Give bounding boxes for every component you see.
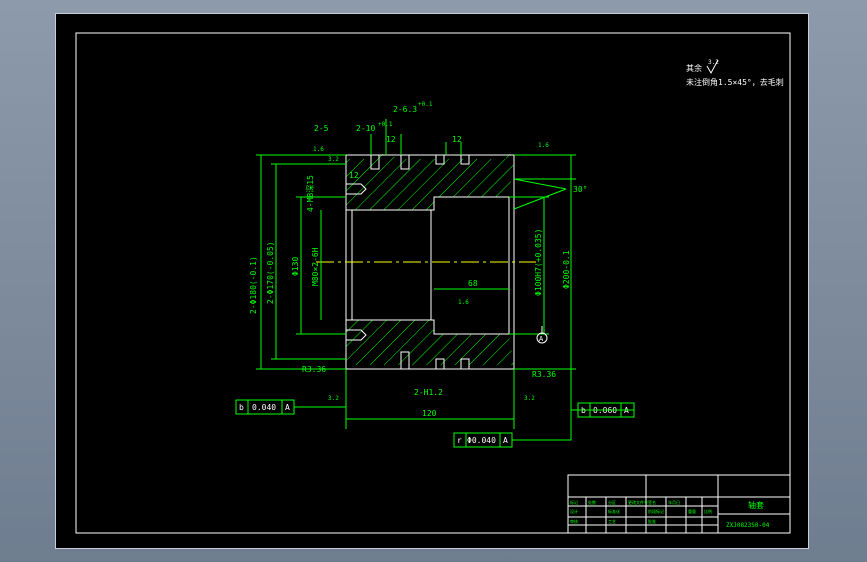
dim-2-10: 2-10 bbox=[356, 124, 375, 133]
dim-radius-right: R3.36 bbox=[532, 370, 556, 379]
tolerance-leaders bbox=[294, 369, 634, 441]
dim-radius-left: R3.36 bbox=[302, 365, 326, 374]
datum-a-label: A bbox=[539, 335, 544, 343]
svg-text:A: A bbox=[503, 436, 508, 445]
svg-text:处数: 处数 bbox=[588, 499, 596, 505]
svg-text:比例: 比例 bbox=[704, 508, 712, 514]
svg-text:工艺: 工艺 bbox=[608, 519, 616, 524]
engineering-drawing: 其余 3.2 未注倒角1.5×45°，去毛刺 2-5 2-10 +0.1 2-6… bbox=[75, 32, 791, 534]
rough-3-2c: 3.2 bbox=[524, 395, 535, 402]
dim-2-6-3: 2-6.3 bbox=[393, 105, 417, 114]
dim-12a: 12 bbox=[386, 135, 396, 144]
tolerance-frame-1: b 0.040 A bbox=[235, 399, 295, 415]
svg-text:b: b bbox=[239, 403, 244, 412]
dim-12b: 12 bbox=[452, 135, 462, 144]
rough-1-6c: 1.6 bbox=[458, 299, 469, 306]
dim-d-outer: 2-Φ180(-0.1) bbox=[249, 256, 258, 314]
dim-2-5: 2-5 bbox=[314, 124, 329, 133]
svg-text:批准: 批准 bbox=[648, 518, 656, 524]
dim-d-200: Φ200-0.1 bbox=[562, 250, 571, 289]
svg-text:0.040: 0.040 bbox=[252, 403, 276, 412]
tolerance-frame-3: r Φ0.040 A bbox=[453, 432, 513, 448]
svg-text:Φ0.040: Φ0.040 bbox=[467, 436, 496, 445]
dim-thread-main: M80×2-6H bbox=[311, 247, 320, 286]
svg-text:设计: 设计 bbox=[570, 508, 578, 514]
thread-lines bbox=[351, 210, 432, 320]
dim-len-120: 120 bbox=[422, 409, 437, 418]
rough-3-2b: 3.2 bbox=[328, 395, 339, 402]
dim-d-groove: 2-Φ170(-0.05) bbox=[266, 241, 275, 304]
dim-d-130: Φ130 bbox=[291, 257, 300, 276]
dim-d-100: Φ100H7(+0.035) bbox=[534, 229, 543, 296]
svg-text:分区: 分区 bbox=[608, 499, 616, 505]
svg-text:r: r bbox=[457, 436, 462, 445]
svg-text:阶段标记: 阶段标记 bbox=[648, 508, 664, 514]
svg-text:更改文件号: 更改文件号 bbox=[628, 499, 648, 505]
rough-1-6b: 1.6 bbox=[538, 142, 549, 149]
title-drawing-no: ZXJ0823S0-04 bbox=[726, 522, 770, 529]
note-line1: 其余 bbox=[686, 63, 702, 73]
dim-2-6-3-tol: +0.1 bbox=[418, 101, 433, 108]
section-hatch-lower bbox=[346, 320, 514, 365]
cad-viewport[interactable]: 其余 3.2 未注倒角1.5×45°，去毛刺 2-5 2-10 +0.1 2-6… bbox=[55, 13, 809, 549]
dim-groove-width: 2-H1.2 bbox=[414, 388, 443, 397]
note-line2: 未注倒角1.5×45°，去毛刺 bbox=[686, 77, 784, 87]
svg-text:重量: 重量 bbox=[688, 508, 696, 514]
rough-3-2a: 3.2 bbox=[328, 156, 339, 163]
bore-contour bbox=[346, 196, 510, 335]
dim-thread-hole: 4-M8深15 bbox=[306, 175, 315, 212]
dim-len-68: 68 bbox=[468, 279, 478, 288]
dim-2-10-tol: +0.1 bbox=[378, 121, 393, 128]
rough-1-6a: 1.6 bbox=[313, 146, 324, 153]
svg-text:年月日: 年月日 bbox=[668, 499, 680, 505]
title-part-name: 轴套 bbox=[748, 500, 764, 510]
title-block-cells: 标记 处数 分区 更改文件号 签名 年月日 设计 标准化 阶段标记 重量 比例 … bbox=[570, 499, 712, 524]
dim-angle: 30° bbox=[573, 185, 587, 194]
svg-text:标记: 标记 bbox=[570, 499, 578, 505]
drawing-frame bbox=[75, 32, 791, 534]
svg-text:审核: 审核 bbox=[570, 518, 578, 524]
svg-text:A: A bbox=[285, 403, 290, 412]
svg-text:标准化: 标准化 bbox=[608, 508, 620, 514]
svg-text:签名: 签名 bbox=[648, 499, 656, 505]
dim-left-12: 12 bbox=[349, 171, 359, 180]
